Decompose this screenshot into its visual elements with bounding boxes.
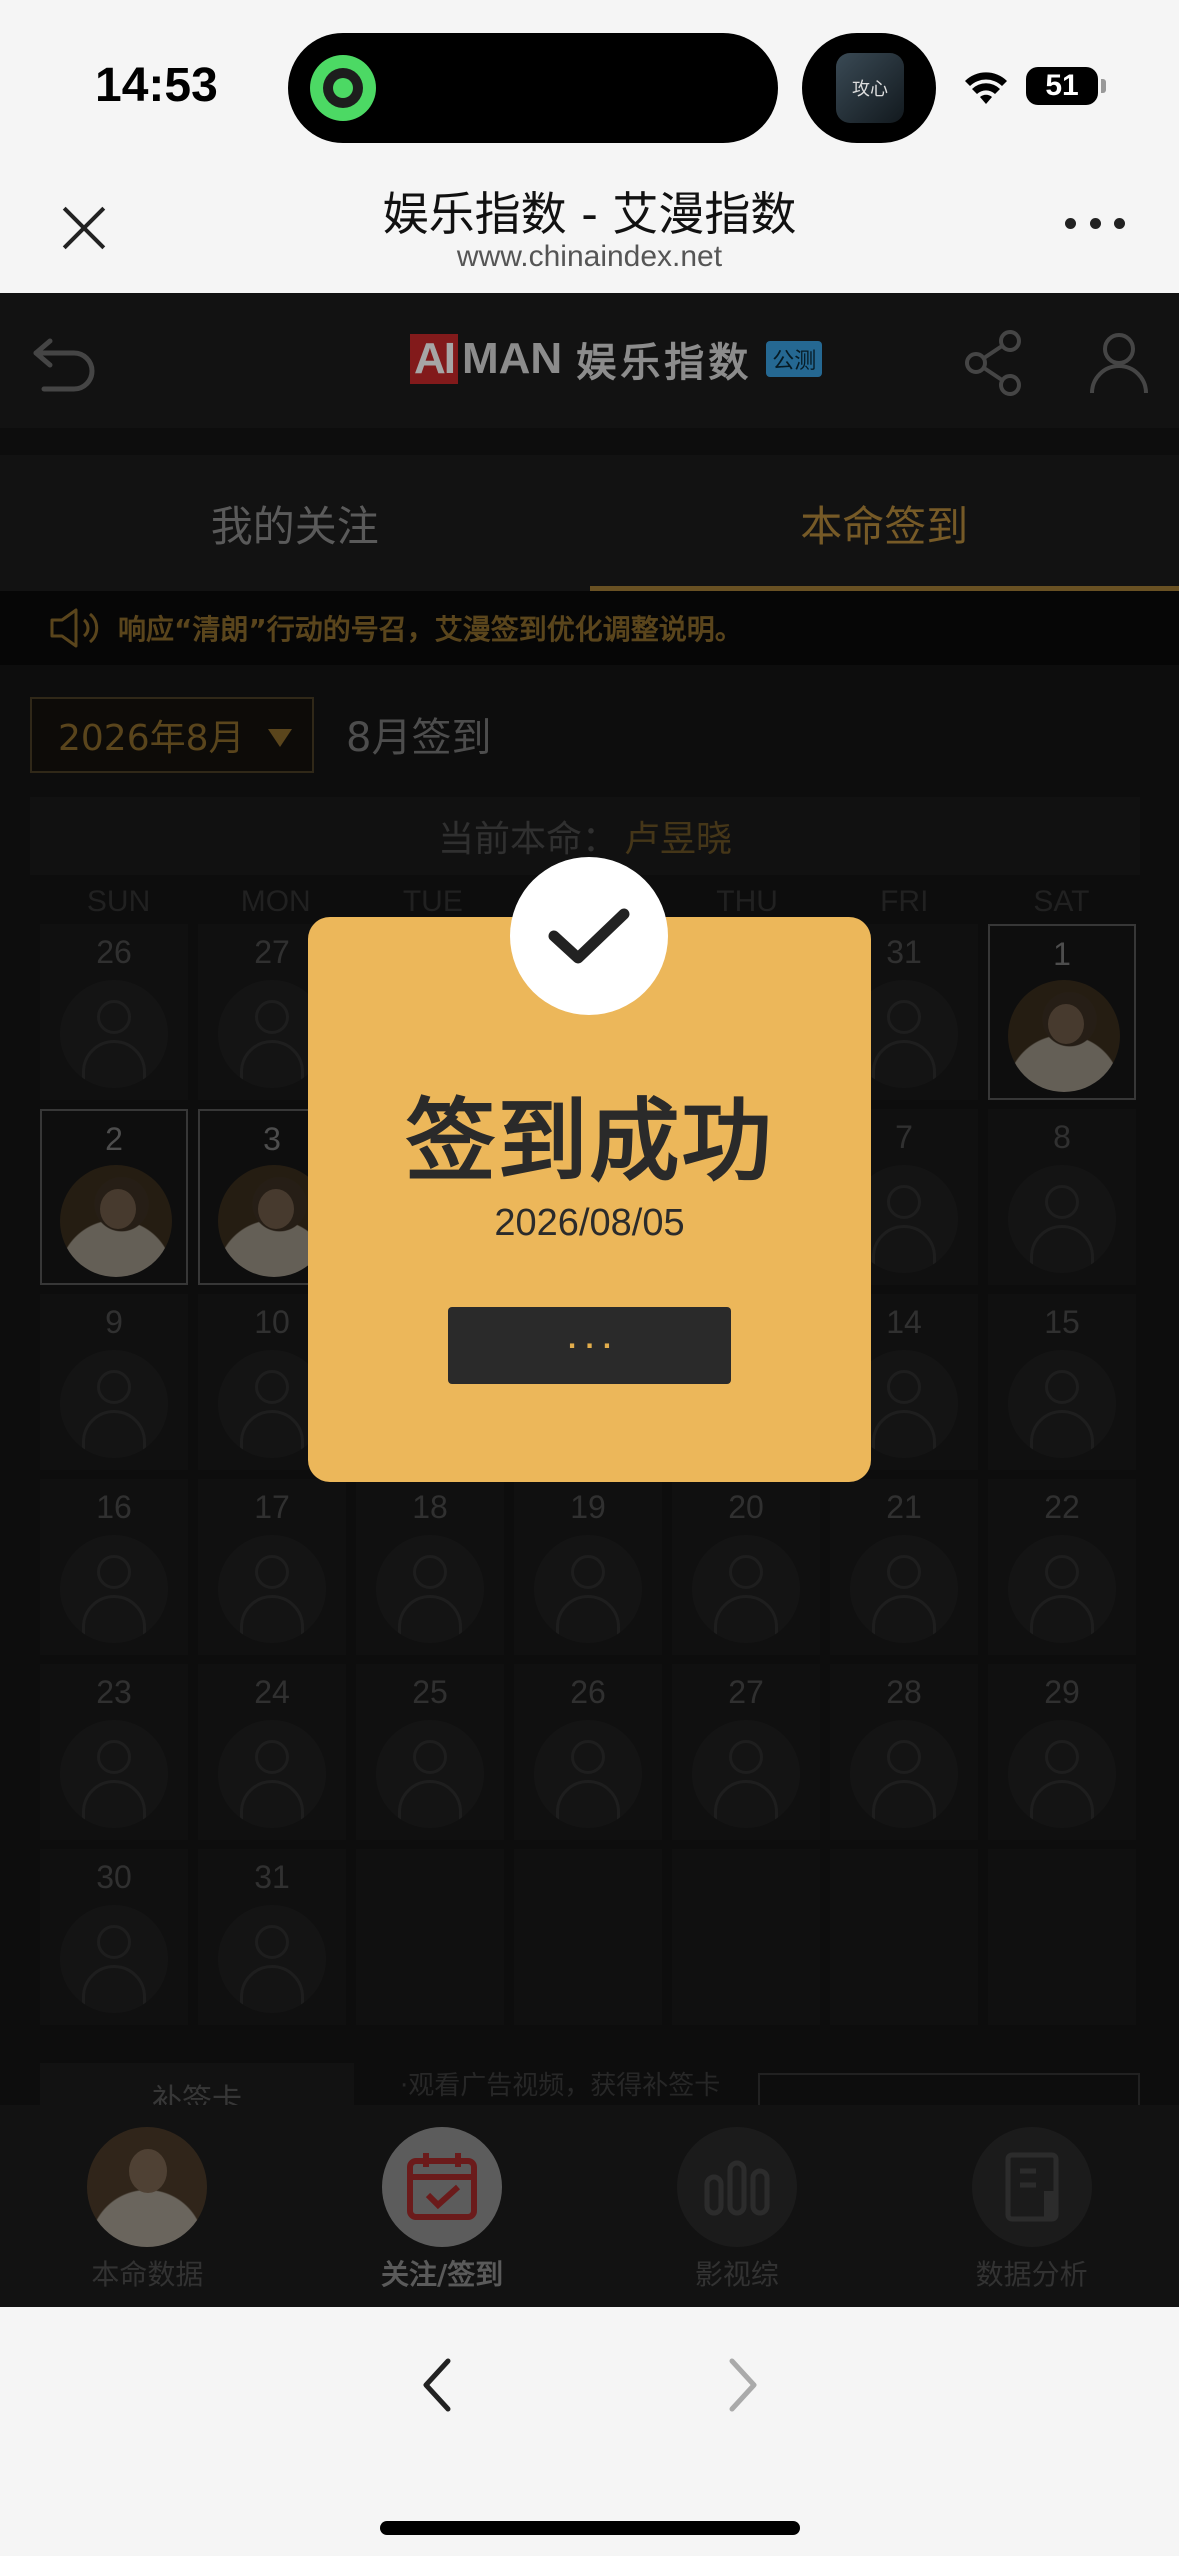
page-title: 娱乐指数 - 艾漫指数 [382, 187, 797, 241]
modal-date: 2026/08/05 [494, 1202, 685, 1244]
page-url: www.chinaindex.net [456, 240, 723, 273]
dynamic-island[interactable] [288, 33, 778, 143]
battery-icon: 51 [1026, 67, 1106, 105]
browser-header: 娱乐指数 - 艾漫指数 www.chinaindex.net [0, 170, 1179, 293]
status-bar: 14:53 攻心 51 [0, 0, 1179, 170]
more-options-icon[interactable] [1065, 218, 1125, 230]
browser-toolbar [0, 2307, 1179, 2556]
home-indicator[interactable] [380, 2521, 800, 2535]
status-time: 14:53 [95, 59, 218, 112]
pip-app-thumbnail: 攻心 [836, 53, 904, 123]
check-icon [510, 857, 668, 1015]
chevron-left-icon[interactable] [418, 2355, 458, 2415]
pip-indicator[interactable]: 攻心 [802, 33, 936, 143]
modal-confirm-button[interactable]: · · · [448, 1307, 731, 1384]
chevron-right-icon[interactable] [722, 2355, 762, 2415]
wifi-icon [965, 72, 1007, 104]
modal-title: 签到成功 [405, 1089, 774, 1194]
now-playing-icon [310, 55, 376, 121]
